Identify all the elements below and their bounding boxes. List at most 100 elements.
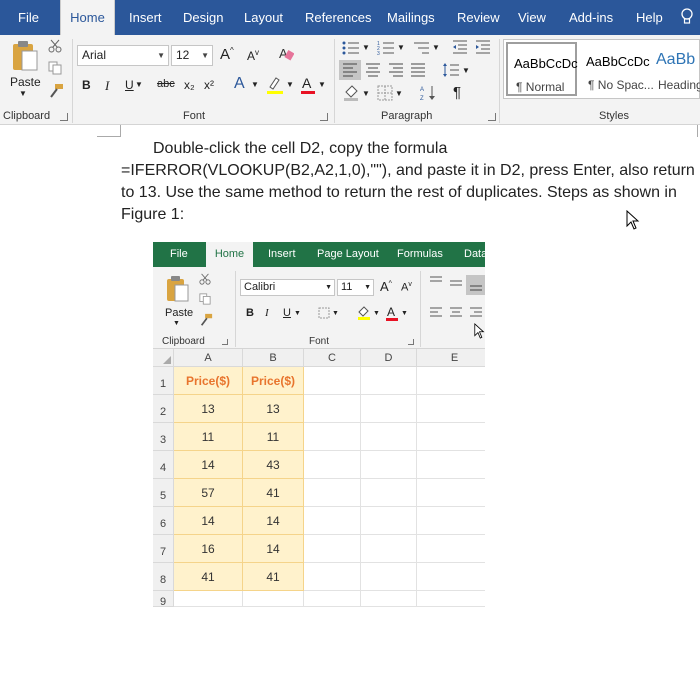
tab-layout[interactable]: Layout — [244, 0, 283, 35]
cut-icon[interactable] — [48, 39, 62, 53]
line-spacing-icon[interactable] — [442, 62, 460, 78]
cell-d5 — [361, 479, 417, 507]
paste-dropdown-icon[interactable]: ▼ — [19, 89, 27, 98]
increase-indent-icon[interactable] — [475, 40, 491, 54]
svg-text:A: A — [387, 305, 395, 319]
font-color-icon[interactable]: A — [300, 75, 316, 95]
justify-icon[interactable] — [410, 63, 426, 77]
paragraph-line: Double-click the cell D2, copy the formu… — [153, 140, 448, 157]
line-spacing-dropdown-icon[interactable]: ▼ — [462, 66, 470, 75]
row-header-7: 7 — [153, 535, 174, 563]
excel-underline-button: U — [283, 307, 291, 319]
shading-dropdown-icon[interactable]: ▼ — [362, 89, 370, 98]
grow-font-button[interactable]: A^ — [220, 46, 234, 63]
cell-d9 — [361, 591, 417, 607]
cell-a6: 14 — [174, 507, 243, 535]
excel-format-painter-icon — [200, 313, 213, 326]
excel-tab-file: File — [170, 248, 188, 260]
multilevel-list-icon[interactable] — [412, 40, 430, 56]
excel-grow-font-button: A^ — [380, 279, 392, 294]
paste-button[interactable]: Paste — [10, 75, 41, 89]
style-no-spacing[interactable]: AaBbCcDc ¶ No Spac... — [580, 42, 654, 96]
excel-align-right-icon — [470, 307, 482, 317]
tab-mailings[interactable]: Mailings — [387, 0, 435, 35]
paste-icon[interactable] — [10, 39, 40, 73]
numbering-dropdown-icon[interactable]: ▼ — [397, 43, 405, 52]
multilevel-dropdown-icon[interactable]: ▼ — [432, 43, 440, 52]
cell-e1 — [417, 367, 485, 395]
column-header-e: E — [417, 349, 485, 367]
format-painter-icon[interactable] — [48, 83, 64, 99]
superscript-button[interactable]: x² — [204, 78, 214, 92]
cell-c7 — [304, 535, 361, 563]
font-color-dropdown-icon[interactable]: ▼ — [318, 80, 326, 89]
borders-dropdown-icon[interactable]: ▼ — [395, 89, 403, 98]
italic-button[interactable]: I — [105, 78, 109, 94]
excel-font-name-value: Calibri — [244, 281, 276, 293]
align-right-icon[interactable] — [388, 63, 404, 77]
cell-d3 — [361, 423, 417, 451]
tab-file[interactable]: File — [18, 0, 39, 35]
decrease-indent-icon[interactable] — [452, 40, 468, 54]
copy-icon[interactable] — [48, 61, 62, 75]
style-normal[interactable]: AaBbCcDc ¶ Normal — [506, 42, 578, 96]
subscript-button[interactable]: x₂ — [184, 78, 195, 92]
separator — [499, 39, 500, 123]
align-center-icon[interactable] — [365, 63, 381, 77]
show-hide-marks-button[interactable]: ¶ — [453, 84, 461, 101]
sort-icon[interactable]: AZ — [420, 84, 436, 102]
excel-clipboard-group-label: Clipboard — [162, 336, 205, 347]
separator — [72, 39, 73, 123]
tab-home[interactable]: Home — [60, 0, 115, 35]
clipboard-launcher[interactable] — [60, 113, 68, 121]
tab-view[interactable]: View — [518, 0, 546, 35]
highlight-dropdown-icon[interactable]: ▼ — [286, 80, 294, 89]
font-name-select[interactable]: Arial ▼ — [77, 45, 169, 66]
tab-design[interactable]: Design — [183, 0, 223, 35]
cell-e4 — [417, 451, 485, 479]
style-sample: AaBbCcDc — [586, 54, 650, 69]
align-left-icon[interactable] — [342, 63, 358, 77]
font-size-select[interactable]: 12 ▼ — [171, 45, 213, 66]
excel-shrink-font-button: Av — [401, 281, 412, 294]
lightbulb-icon[interactable] — [680, 8, 694, 26]
underline-dropdown-icon[interactable]: ▼ — [135, 80, 143, 89]
style-heading[interactable]: AaBb Heading — [650, 42, 700, 96]
tab-review[interactable]: Review — [457, 0, 500, 35]
row-header-3: 3 — [153, 423, 174, 451]
strikethrough-button[interactable]: abc — [157, 78, 175, 90]
paragraph-group-label: Paragraph — [381, 110, 433, 122]
margin-guide — [697, 125, 698, 137]
paragraph-line: Figure 1: — [121, 206, 185, 223]
column-header-b: B — [243, 349, 304, 367]
tab-references[interactable]: References — [305, 0, 371, 35]
numbering-icon[interactable]: 123 — [377, 40, 395, 56]
body-paragraph[interactable]: Double-click the cell D2, copy the formu… — [121, 138, 700, 226]
shading-icon[interactable] — [343, 85, 361, 101]
text-effects-icon[interactable]: A — [234, 75, 245, 93]
bullets-dropdown-icon[interactable]: ▼ — [362, 43, 370, 52]
bullets-icon[interactable] — [342, 40, 360, 56]
font-launcher[interactable] — [320, 113, 328, 121]
highlight-icon[interactable] — [266, 75, 284, 95]
text-effects-dropdown-icon[interactable]: ▼ — [251, 80, 259, 89]
font-group-label: Font — [183, 110, 206, 122]
cell-e5 — [417, 479, 485, 507]
cell-b7: 14 — [243, 535, 304, 563]
tab-help[interactable]: Help — [636, 0, 663, 35]
font-size-value: 12 — [176, 48, 190, 62]
shrink-font-button[interactable]: Av — [247, 48, 259, 63]
tab-insert[interactable]: Insert — [129, 0, 162, 35]
paragraph-launcher[interactable] — [488, 113, 496, 121]
clear-formatting-icon[interactable]: A — [278, 45, 294, 61]
underline-button[interactable]: U — [125, 78, 134, 92]
style-sample: AaBbCcDc — [514, 56, 578, 71]
tab-add-ins[interactable]: Add-ins — [569, 0, 613, 35]
cell-a1: Price($) — [174, 367, 243, 395]
bold-button[interactable]: B — [82, 78, 91, 92]
excel-copy-icon — [199, 293, 211, 305]
excel-bold-button: B — [246, 307, 254, 319]
borders-icon[interactable] — [377, 85, 393, 101]
excel-borders-icon — [318, 307, 330, 319]
excel-align-center-icon — [450, 307, 462, 317]
